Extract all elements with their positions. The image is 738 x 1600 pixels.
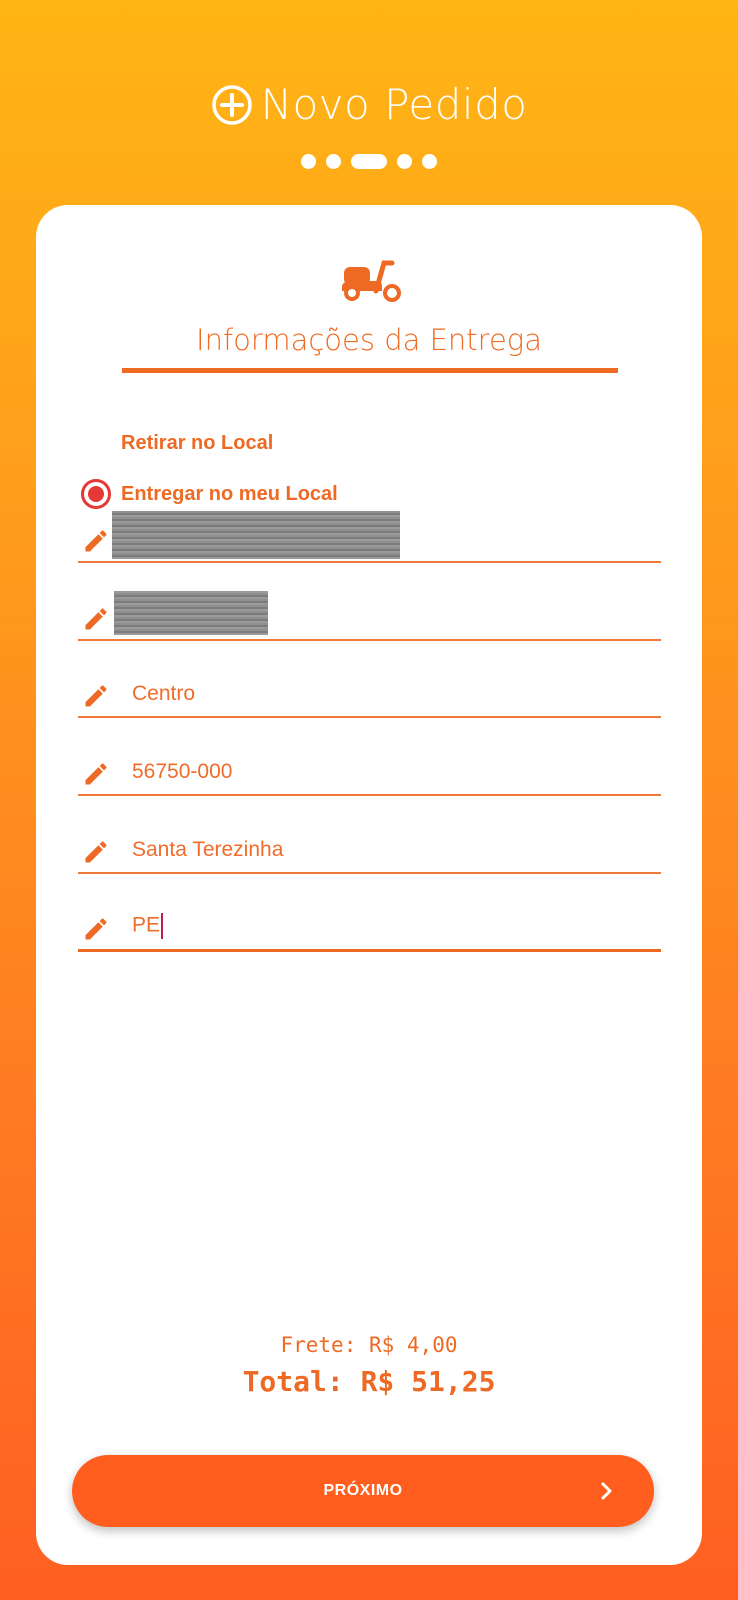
next-button[interactable]: PRÓXIMO [72, 1455, 654, 1527]
step-dot-2 [326, 154, 341, 169]
delivery-card: Informações da Entrega Retirar no Local … [36, 205, 702, 1565]
step-dot-1 [301, 154, 316, 169]
section-title: Informações da Entrega [196, 323, 542, 357]
radio-selected-icon[interactable] [81, 479, 111, 509]
plus-circle-icon [211, 84, 252, 125]
pencil-icon [85, 918, 107, 940]
field-value: 56750-000 [132, 760, 233, 783]
page-title: Novo Pedido [260, 80, 528, 129]
city-field[interactable]: Santa Terezinha [78, 818, 661, 874]
next-button-label: PRÓXIMO [323, 1482, 403, 1499]
radio-label-pickup: Retirar no Local [121, 432, 274, 454]
pencil-icon [85, 841, 107, 863]
section-title-underline [122, 368, 618, 373]
radio-option-pickup[interactable]: Retirar no Local [121, 432, 273, 455]
step-dot-4 [397, 154, 412, 169]
address-street-field[interactable] [78, 507, 661, 563]
field-value: Santa Terezinha [132, 838, 284, 861]
pencil-icon [85, 608, 107, 630]
cep-field[interactable]: 56750-000 [78, 740, 661, 796]
field-value-wrapper: PE [132, 913, 164, 939]
step-dot-3-active [351, 154, 387, 169]
redacted-value [114, 591, 268, 635]
step-dot-5 [422, 154, 437, 169]
scooter-icon [342, 260, 401, 302]
chevron-right-icon [601, 1482, 612, 1500]
step-indicator [0, 154, 738, 169]
field-value: PE [132, 913, 161, 937]
radio-option-delivery[interactable]: Entregar no meu Local [81, 479, 338, 509]
redacted-value [112, 511, 400, 559]
pencil-icon [85, 685, 107, 707]
shipping-fee: Frete: R$ 4,00 [280, 1333, 458, 1357]
radio-label-delivery: Entregar no meu Local [121, 482, 338, 505]
order-total: Total: R$ 51,25 [242, 1365, 496, 1398]
pencil-icon [85, 763, 107, 785]
text-cursor [161, 913, 164, 939]
neighborhood-field[interactable]: Centro [78, 662, 661, 718]
state-field[interactable]: PE [78, 896, 661, 952]
field-value: Centro [132, 682, 196, 705]
address-number-field[interactable] [78, 585, 661, 641]
page-header: Novo Pedido [0, 80, 738, 129]
pencil-icon [85, 530, 107, 552]
